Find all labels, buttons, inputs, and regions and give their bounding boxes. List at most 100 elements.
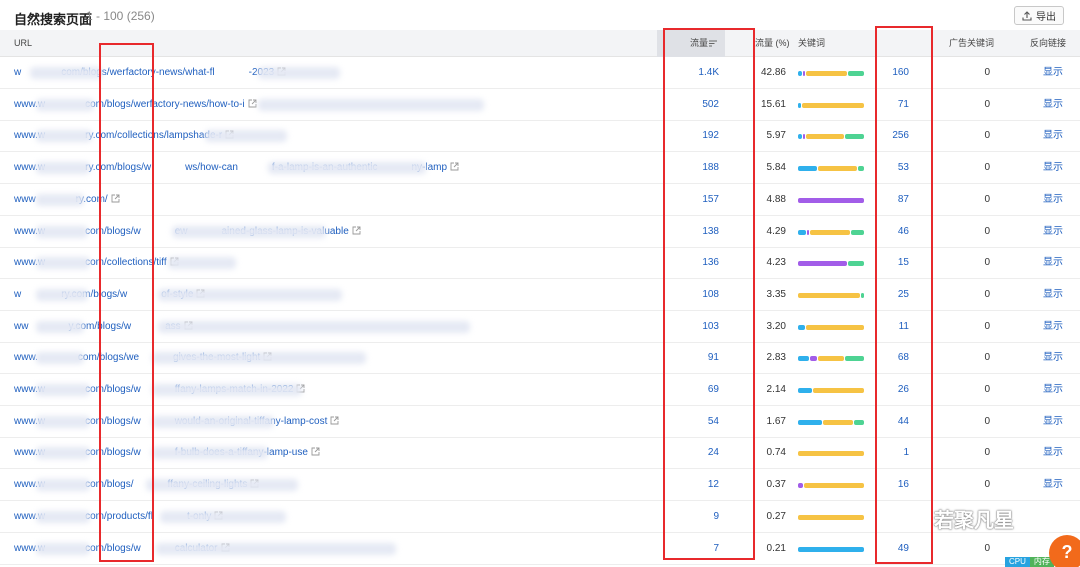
col-traffic-sorted[interactable]: 流量 (657, 30, 725, 57)
keywords-link[interactable]: 160 (878, 57, 909, 89)
help-button[interactable]: ? (1049, 535, 1080, 567)
table-row: www.wry.com/blogs/wws/how-canf-a-lamp-is… (0, 152, 1080, 185)
backlinks-show-link[interactable]: 显示 (1030, 374, 1063, 406)
backlinks-show-link[interactable]: 显示 (1030, 406, 1063, 438)
traffic-link[interactable]: 502 (664, 89, 719, 121)
traffic-link[interactable]: 24 (664, 437, 719, 469)
keywords-link[interactable]: 25 (878, 279, 909, 311)
traffic-link[interactable]: 103 (664, 311, 719, 343)
redaction-blur (36, 130, 92, 143)
col-backlinks[interactable]: 反向链接 (1030, 30, 1066, 57)
backlinks-show-link[interactable]: 显示 (1030, 469, 1063, 501)
traffic-link[interactable]: 136 (664, 247, 719, 279)
keyword-intent-segment (818, 166, 857, 172)
wechat-icon (898, 507, 926, 528)
traffic-link[interactable]: 108 (664, 279, 719, 311)
redaction-blur (258, 67, 340, 79)
traffic-link[interactable]: 54 (664, 406, 719, 438)
keyword-intent-segment (798, 514, 864, 520)
export-label: 导出 (1036, 12, 1056, 23)
keyword-intent-bar (798, 102, 864, 108)
redaction-blur (268, 162, 426, 175)
keywords-link[interactable]: 44 (878, 406, 909, 438)
keywords-link[interactable]: 46 (878, 216, 909, 248)
backlinks-show-link[interactable]: 显示 (1030, 311, 1063, 343)
keywords-link[interactable]: 256 (878, 120, 909, 152)
external-link-icon[interactable] (248, 99, 257, 108)
traffic-link[interactable]: 157 (664, 184, 719, 216)
keywords-link[interactable]: 71 (878, 89, 909, 121)
external-link-icon[interactable] (111, 194, 120, 203)
backlinks-show-link[interactable]: 显示 (1030, 342, 1063, 374)
redaction-blur (36, 479, 90, 492)
traffic-link[interactable]: 91 (664, 342, 719, 374)
table-row: wry.com/blogs/wof-style1083.35250显示 (0, 279, 1080, 311)
keyword-intent-segment (798, 261, 847, 267)
traffic-link[interactable]: 1.4K (664, 57, 719, 89)
col-keywords-bar[interactable]: 关键词 (798, 30, 825, 57)
ad-keywords-value: 0 (984, 479, 990, 491)
traffic-link[interactable]: 188 (664, 152, 719, 184)
traffic-link[interactable]: 9 (664, 501, 719, 533)
keyword-intent-segment (802, 102, 864, 108)
col-ad-keywords[interactable]: 广告关键词 (949, 30, 994, 57)
redaction-blur (258, 98, 484, 111)
url-segment: com/blogs/werfactory-news/how-to-i (85, 98, 245, 110)
backlinks-show-link[interactable]: 显示 (1030, 437, 1063, 469)
ad-keywords-value: 0 (984, 257, 990, 269)
keyword-intent-bar (798, 166, 865, 172)
redaction-blur (152, 415, 274, 428)
keyword-intent-segment (817, 356, 845, 362)
external-link-icon[interactable] (311, 447, 320, 456)
keywords-link[interactable]: 87 (878, 184, 909, 216)
external-link-icon[interactable] (330, 416, 339, 425)
traffic-link[interactable]: 69 (664, 374, 719, 406)
keyword-intent-bar (798, 261, 864, 267)
ad-keywords-value: 0 (984, 352, 990, 364)
keyword-intent-segment (798, 166, 818, 172)
keyword-intent-segment (845, 356, 864, 362)
traffic-link[interactable]: 138 (664, 216, 719, 248)
sort-desc-icon (709, 40, 717, 47)
redaction-blur (36, 288, 88, 301)
result-range: 1 - 100 (256) (86, 9, 155, 23)
keywords-link[interactable]: 49 (878, 533, 909, 565)
backlinks-show-link[interactable]: 显示 (1030, 57, 1063, 89)
redaction-blur (36, 542, 90, 555)
keyword-intent-segment (802, 134, 806, 140)
keywords-link[interactable]: 68 (878, 342, 909, 374)
backlinks-show-link[interactable]: 显示 (1030, 89, 1063, 121)
keywords-link[interactable]: 26 (878, 374, 909, 406)
keywords-link[interactable]: 53 (878, 152, 909, 184)
redaction-blur (160, 510, 286, 523)
keyword-intent-bar (798, 324, 864, 330)
keywords-link[interactable]: 11 (878, 311, 909, 343)
backlinks-show-link[interactable]: 显示 (1030, 247, 1063, 279)
traffic-link[interactable]: 192 (664, 120, 719, 152)
export-button[interactable]: 导出 (1014, 6, 1064, 25)
table-row: www.wcom/blogs/wewained-glass-lamp-is-va… (0, 216, 1080, 248)
table-row: www.wcom/blogs/ffany-ceiling-lights120.3… (0, 469, 1080, 502)
redaction-blur (36, 447, 90, 460)
keywords-link[interactable]: 15 (878, 247, 909, 279)
redaction-blur (158, 320, 470, 333)
external-link-icon[interactable] (450, 162, 459, 171)
keywords-link[interactable]: 1 (878, 437, 909, 469)
col-traffic-pct[interactable]: 流量 (%) (755, 30, 790, 57)
traffic-link[interactable]: 7 (664, 533, 719, 565)
traffic-link[interactable]: 12 (664, 469, 719, 501)
table-row: www.w ry.com/collections/lampshade-r 192 5.… (0, 120, 1080, 153)
backlinks-show-link[interactable]: 显示 (1030, 216, 1063, 248)
ad-keywords-value: 0 (984, 542, 990, 554)
backlinks-show-link[interactable]: 显示 (1030, 120, 1063, 152)
url-segment: com/blogs/we (77, 352, 140, 364)
keyword-intent-segment (845, 134, 864, 140)
backlinks-show-link[interactable]: 显示 (1030, 279, 1063, 311)
page-header: 自然搜索页面 1 - 100 (256) 导出 (0, 0, 1080, 32)
external-link-icon[interactable] (352, 226, 361, 235)
backlinks-show-link[interactable]: 显示 (1030, 152, 1063, 184)
url-segment: ww (14, 320, 29, 332)
backlinks-show-link[interactable]: 显示 (1030, 184, 1063, 216)
upload-icon (1022, 10, 1032, 21)
keywords-link[interactable]: 16 (878, 469, 909, 501)
